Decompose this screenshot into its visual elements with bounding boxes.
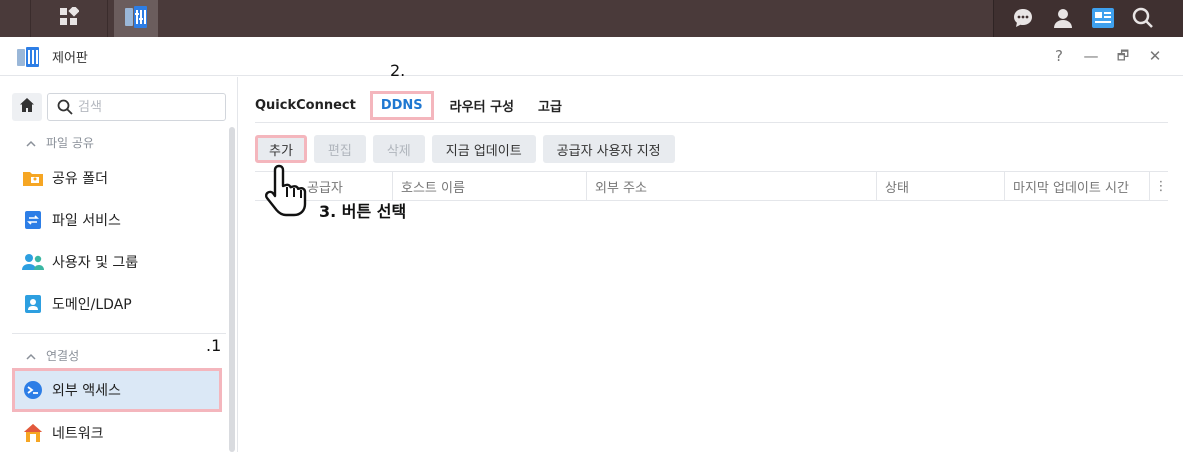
- sidebar-item-label: 외부 액세스: [52, 383, 121, 399]
- toolbar: 추가 편집 삭제 지금 업데이트 공급자 사용자 지정: [255, 135, 675, 163]
- sidebar-item-network[interactable]: 네트워크: [12, 414, 222, 452]
- user-icon[interactable]: [1050, 5, 1076, 31]
- tab-underline: [255, 122, 1168, 123]
- search-icon: [57, 99, 73, 119]
- help-button[interactable]: ?: [1050, 47, 1068, 65]
- section-label: 연결성: [46, 349, 80, 363]
- close-button[interactable]: ✕: [1146, 47, 1164, 65]
- widgets-icon[interactable]: [1090, 5, 1116, 31]
- window-titlebar: 제어판 ? — 🗗 ✕: [0, 37, 1183, 76]
- taskbar-tray: [993, 0, 1183, 37]
- section-label: 파일 공유: [46, 136, 94, 150]
- add-button[interactable]: 추가: [255, 135, 307, 163]
- control-panel-icon: [124, 5, 148, 33]
- users-groups-icon: [22, 252, 44, 272]
- minimize-button[interactable]: —: [1082, 47, 1100, 65]
- sidebar-item-shared-folder[interactable]: 공유 폴더: [12, 159, 222, 197]
- column-status[interactable]: 상태: [877, 172, 1005, 201]
- search-icon[interactable]: [1130, 5, 1156, 31]
- external-access-icon: [22, 380, 44, 400]
- sidebar-item-users-groups[interactable]: 사용자 및 그룹: [12, 243, 222, 281]
- network-icon: [22, 423, 44, 443]
- sidebar-item-domain-ldap[interactable]: 도메인/LDAP: [12, 285, 222, 323]
- chevron-up-icon: [26, 349, 36, 363]
- sidebar-item-label: 도메인/LDAP: [52, 297, 132, 313]
- column-last-update[interactable]: 마지막 업데이트 시간: [1005, 172, 1150, 201]
- main-panel: 2. QuickConnect DDNS 라우터 구성 고급 추가 편집 삭제 …: [239, 61, 1183, 452]
- sidebar-item-label: 네트워크: [52, 426, 104, 442]
- section-file-sharing[interactable]: 파일 공유: [26, 134, 94, 151]
- home-button[interactable]: [12, 93, 42, 121]
- annotation-step-3: 3. 버튼 선택: [319, 202, 407, 221]
- sidebar-search[interactable]: [47, 93, 226, 121]
- search-input[interactable]: [78, 98, 218, 116]
- sidebar-scrollbar[interactable]: [229, 127, 235, 452]
- file-services-icon: [22, 210, 44, 230]
- annotation-step-2: 2.: [390, 61, 406, 80]
- sidebar-item-label: 공유 폴더: [52, 171, 108, 187]
- custom-provider-button[interactable]: 공급자 사용자 지정: [542, 135, 675, 163]
- column-hostname[interactable]: 호스트 이름: [393, 172, 587, 201]
- pointer-hand-icon: [259, 162, 315, 222]
- maximize-button[interactable]: 🗗: [1114, 47, 1132, 69]
- sidebar-item-external-access[interactable]: 외부 액세스: [12, 368, 222, 412]
- taskbar: [0, 0, 1183, 37]
- section-connectivity[interactable]: 연결성: [26, 347, 79, 364]
- sidebar: 파일 공유 공유 폴더 파일 서비스 사용자 및 그룹 도메인/LDAP 연결성…: [0, 77, 238, 452]
- tab-ddns[interactable]: DDNS: [369, 90, 434, 120]
- tab-quickconnect[interactable]: QuickConnect: [255, 94, 356, 117]
- column-external-address[interactable]: 외부 주소: [587, 172, 877, 201]
- update-now-button[interactable]: 지금 업데이트: [431, 135, 536, 163]
- delete-button[interactable]: 삭제: [372, 135, 425, 163]
- main-menu-button[interactable]: [30, 0, 108, 37]
- tab-advanced[interactable]: 고급: [538, 92, 562, 119]
- ddns-grid-header: 공급자 호스트 이름 외부 주소 상태 마지막 업데이트 시간 ⋮: [255, 171, 1168, 201]
- sidebar-item-label: 파일 서비스: [52, 213, 121, 229]
- home-icon: [19, 97, 35, 117]
- control-panel-icon: [16, 46, 40, 68]
- shared-folder-icon: [22, 168, 44, 188]
- tab-router-config[interactable]: 라우터 구성: [450, 92, 514, 119]
- domain-ldap-icon: [22, 294, 44, 314]
- control-panel-taskbar-button[interactable]: [114, 0, 158, 37]
- chevron-up-icon: [26, 136, 36, 150]
- chat-icon[interactable]: [1010, 5, 1036, 31]
- more-options-icon[interactable]: ⋮: [1154, 178, 1168, 194]
- sidebar-item-label: 사용자 및 그룹: [52, 255, 139, 271]
- window-title: 제어판: [52, 51, 88, 66]
- edit-button[interactable]: 편집: [313, 135, 366, 163]
- tab-bar: QuickConnect DDNS 라우터 구성 고급: [255, 89, 586, 121]
- sidebar-item-file-services[interactable]: 파일 서비스: [12, 201, 222, 239]
- divider: [12, 333, 226, 334]
- annotation-step-1: .1: [206, 336, 222, 355]
- grid-icon: [59, 4, 80, 31]
